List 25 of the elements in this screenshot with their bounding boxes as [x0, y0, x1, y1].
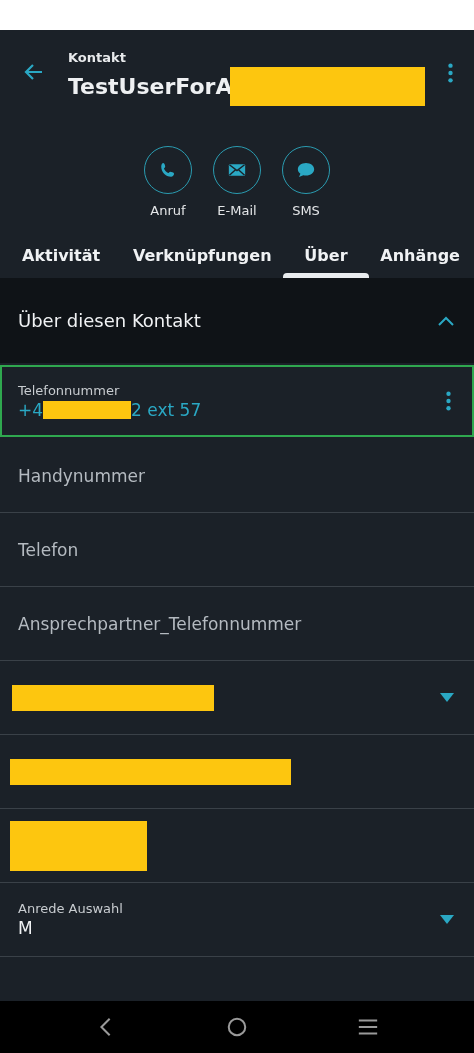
chevron-up-icon[interactable]	[438, 315, 454, 326]
section-title: Über diesen Kontakt	[18, 310, 201, 331]
text-field[interactable]: Ansprechpartner_Telefonnummer	[0, 587, 474, 661]
header-subtitle: Kontakt	[68, 50, 127, 65]
field-label: Telefonnummer	[18, 382, 121, 398]
text-field[interactable]: Telefonnummer +4 2 ext 57	[0, 365, 474, 437]
field-label: Anrede Auswahl	[18, 901, 124, 916]
more-options-icon[interactable]	[447, 62, 454, 84]
contact-name: TestUserForA	[68, 74, 233, 99]
action-label: E-Mail	[217, 203, 257, 218]
text-field[interactable]: Telefon	[0, 513, 474, 587]
action-label: Anruf	[150, 203, 186, 218]
phone-number[interactable]: +4	[18, 399, 44, 420]
dropdown-field[interactable]: Anrede Auswahl M	[0, 883, 474, 957]
more-options-icon[interactable]	[445, 391, 452, 411]
field-value: M	[18, 918, 34, 938]
action-label: SMS	[292, 203, 320, 218]
dropdown-triangle-icon[interactable]	[440, 693, 454, 702]
field-placeholder: Telefon	[18, 539, 80, 560]
phone-number[interactable]: 2 ext 57	[131, 399, 202, 420]
dropdown-triangle-icon[interactable]	[440, 915, 454, 924]
text-field[interactable]: Handynummer	[0, 439, 474, 513]
field-placeholder: Ansprechpartner_Telefonnummer	[18, 613, 303, 634]
field-placeholder: Handynummer	[18, 465, 146, 486]
home-nav-icon[interactable]	[226, 1016, 248, 1038]
